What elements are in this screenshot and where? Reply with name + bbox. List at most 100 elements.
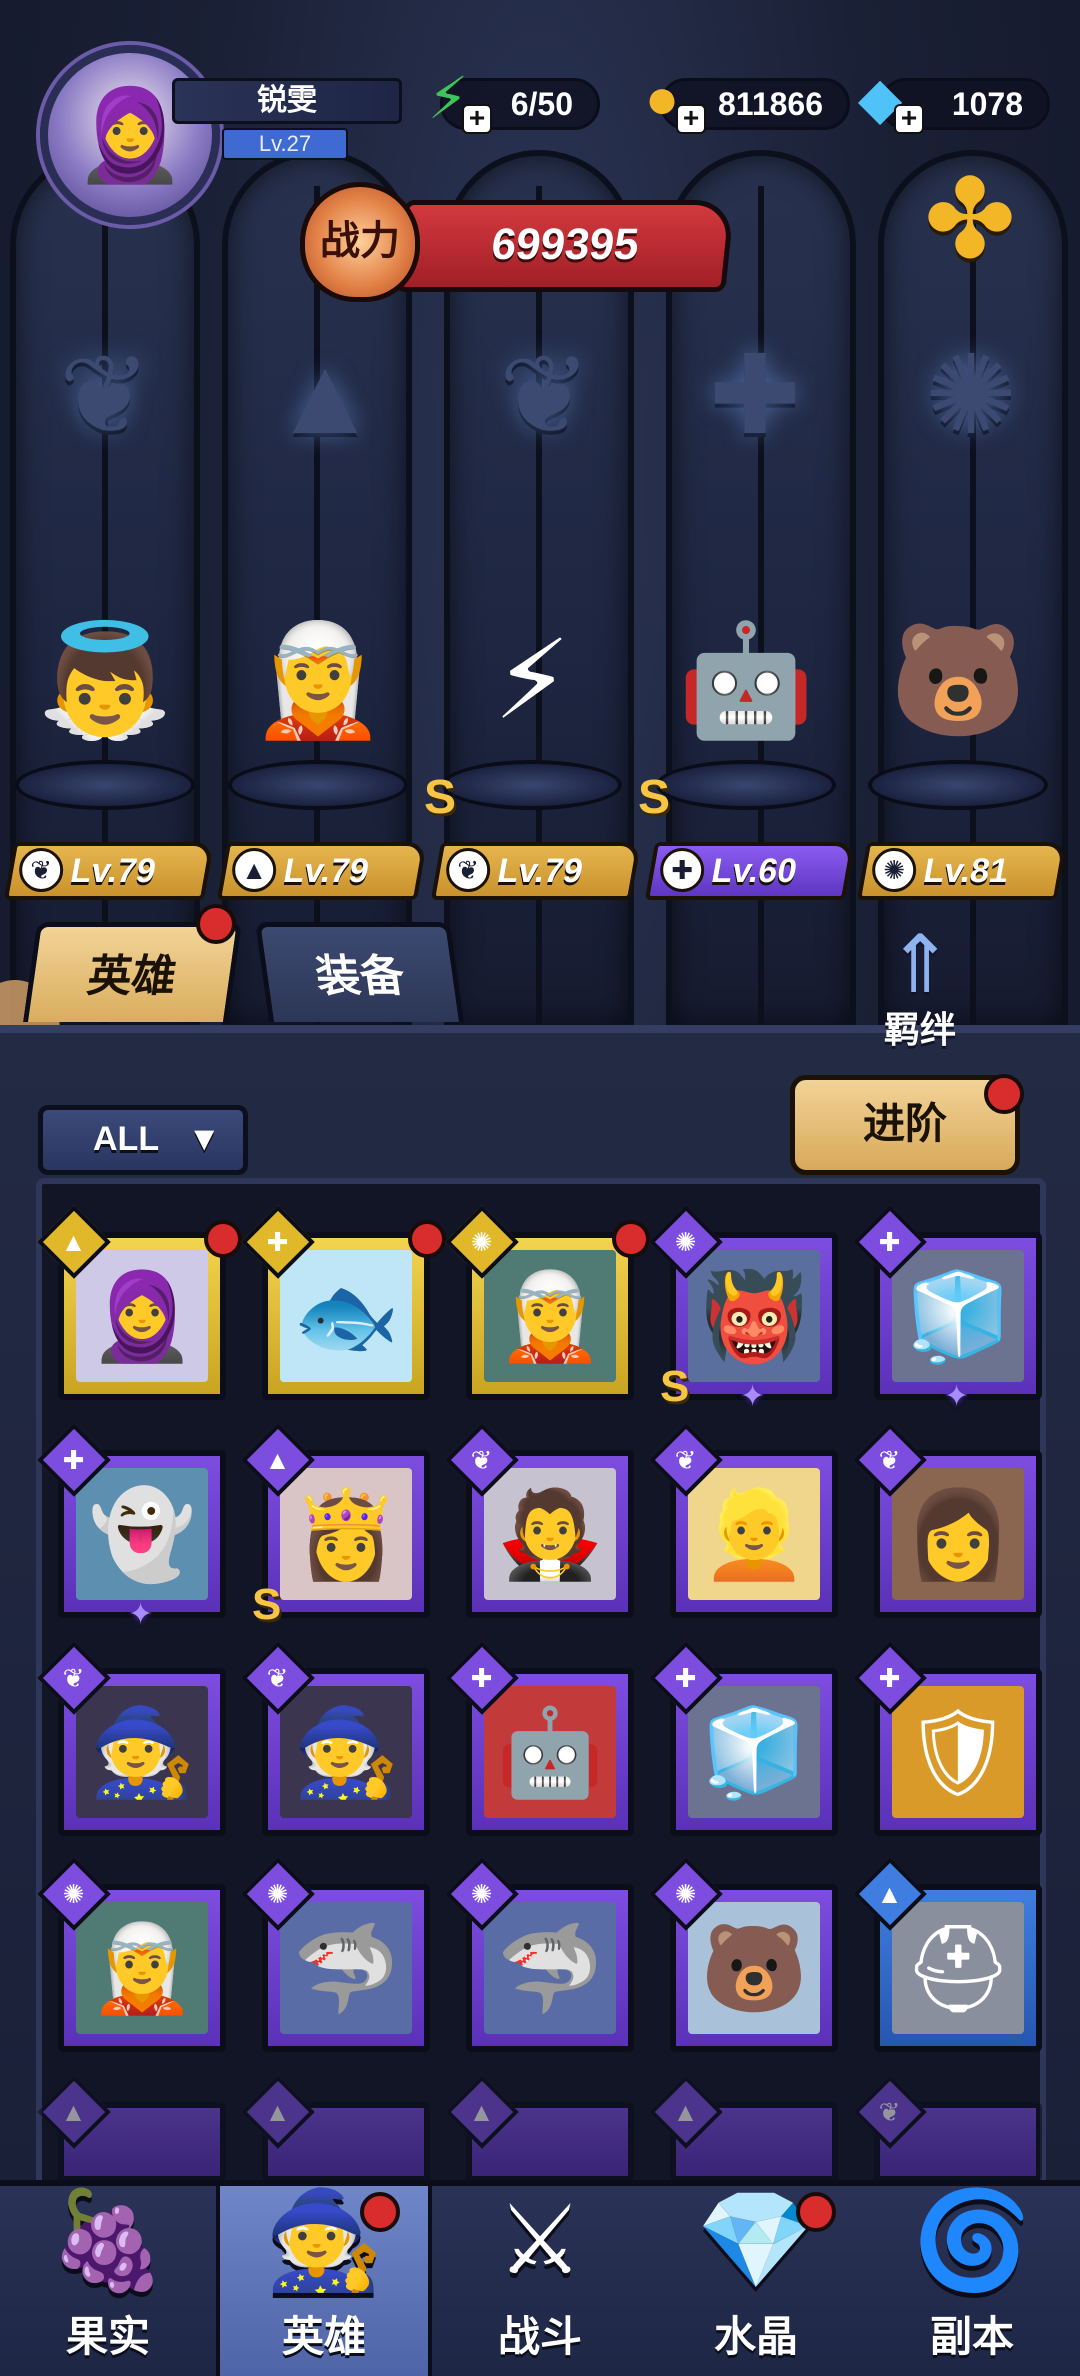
energy-icon[interactable]: ⚡ + [410, 60, 492, 136]
hero-card[interactable]: 🐟 ✚ [241, 1205, 446, 1400]
hero-figure: 🤖 [677, 618, 815, 742]
hero-card[interactable]: 🦈 ✺ [241, 1857, 430, 2052]
lineup-hero[interactable]: 👼 [5, 580, 205, 820]
add-diamond-icon[interactable]: + [894, 104, 924, 134]
hero-hat-icon: 🧙 [264, 2187, 384, 2294]
lineup-hero[interactable]: 🐻 [858, 580, 1058, 820]
combat-power-badge: 战力 [300, 182, 420, 302]
wing-icon: ❦ [19, 848, 64, 892]
hero-card[interactable]: 🐻 ✺ [649, 1857, 838, 2052]
hero-card[interactable]: 🧕 ▲ [37, 1205, 242, 1400]
hero-card[interactable]: ▲ [37, 2075, 226, 2182]
coin-icon[interactable]: ● + [624, 60, 706, 136]
hero-portrait: 🛡 [892, 1686, 1024, 1818]
hero-card[interactable]: 👸 ▲ S [241, 1423, 430, 1629]
tab-equipment-label: 装备 [312, 952, 408, 1001]
hero-card[interactable]: 🛡 ✚ [853, 1641, 1042, 1836]
hero-portrait: 👩 [892, 1468, 1024, 1600]
beast-emblem-icon: ✺ [924, 334, 1018, 457]
nav-fruit[interactable]: 🍇 果实 [0, 2186, 216, 2376]
hero-card[interactable]: 🧝 ✺ [37, 1857, 226, 2052]
hero-portrait: ⛑ [892, 1902, 1024, 2034]
lineup-hero-level: ✺ Lv.81 [856, 842, 1068, 900]
lineup-hero[interactable]: 🤖 S [638, 580, 846, 824]
fruit-icon: 🍇 [48, 2187, 168, 2294]
lineup-level-text: Lv.79 [280, 852, 372, 890]
nav-crystal[interactable]: 💎 水晶 [648, 2186, 864, 2376]
hero-figure: ⚡ [493, 619, 571, 742]
mage-hat-emblem-icon: ▲ [270, 333, 380, 457]
diamond-icon[interactable]: ◆ + [842, 60, 924, 136]
tab-heroes-label: 英雄 [84, 952, 180, 1001]
hero-card[interactable]: 🧙 ❦ [241, 1641, 430, 1836]
add-gold-icon[interactable]: + [676, 104, 706, 134]
lineup-level-text: Lv.79 [67, 852, 159, 890]
star-icon: ✦ [944, 1380, 970, 1413]
hero-card[interactable]: 👹 ✺ S ✦ [649, 1205, 838, 1413]
energy-value: 6/50 [510, 86, 573, 122]
nav-label: 英雄 [281, 2313, 366, 2360]
hero-card[interactable]: 🧝 ✺ [445, 1205, 650, 1400]
wing-emblem-icon: ❦ [58, 334, 152, 457]
bond-button[interactable]: ⇑ 羁绊 [860, 920, 980, 1060]
player-level: Lv.27 [222, 128, 348, 160]
hero-card[interactable]: ▲ [445, 2075, 634, 2182]
nav-label: 水晶 [713, 2313, 798, 2360]
s-rank-badge: S [638, 771, 671, 824]
hero-portrait: 🐻 [688, 1902, 820, 2034]
dungeon-portal-icon: 🌀 [912, 2187, 1032, 2294]
nav-battle[interactable]: ⚔ 战斗 [432, 2186, 648, 2376]
s-rank-badge: S [252, 1580, 282, 1629]
hero-card[interactable]: 👻 ✚ ✦ [37, 1423, 226, 1631]
hero-card[interactable]: ▲ [649, 2075, 838, 2182]
star-icon: ✦ [128, 1598, 154, 1631]
hero-portrait: 🦈 [484, 1902, 616, 2034]
pinwheel-menu-icon[interactable]: ✤ [910, 160, 1030, 280]
lineup-hero[interactable]: ⚡ S [424, 580, 632, 824]
hero-card[interactable]: ⛑ ▲ [853, 1857, 1042, 2052]
hero-card[interactable]: 🧊 ✚ ✦ [853, 1205, 1042, 1413]
tab-equipment[interactable]: 装备 [254, 922, 465, 1022]
hero-portrait: 🧊 [688, 1686, 820, 1818]
bond-label: 羁绊 [883, 1009, 956, 1050]
lineup-hero[interactable]: 🧝 [218, 580, 418, 820]
nav-badge [360, 2192, 400, 2232]
nav-dungeon[interactable]: 🌀 副本 [864, 2186, 1080, 2376]
nav-heroes[interactable]: 🧙 英雄 [216, 2186, 432, 2376]
hero-portrait: 🧛 [484, 1468, 616, 1600]
wrench-icon: ✚ [660, 848, 705, 892]
wing-icon: ❦ [446, 848, 491, 892]
player-avatar[interactable]: 🧕 [40, 45, 220, 225]
hero-portrait: 👹 [688, 1250, 820, 1382]
filter-dropdown[interactable]: ALL ▼ [38, 1105, 248, 1175]
hero-screen: ❦ ▲ ❦ ✚ ✺ 🧕 锐雯 Lv.27 6/50 ⚡ + 811866 ● + 1… [0, 0, 1080, 2376]
hero-portrait: 🦈 [280, 1902, 412, 2034]
hero-figure: 🐻 [889, 618, 1027, 742]
lineup-level-text: Lv.60 [708, 852, 800, 890]
hero-card[interactable]: ▲ [241, 2075, 430, 2182]
star-icon: ✦ [740, 1380, 766, 1413]
hero-card[interactable]: 🦈 ✺ [445, 1857, 634, 2052]
s-rank-badge: S [660, 1362, 690, 1411]
card-badge [408, 1220, 446, 1258]
hero-portrait: 🧊 [892, 1250, 1024, 1382]
hero-portrait: 🧙 [280, 1686, 412, 1818]
player-name: 锐雯 [172, 78, 402, 124]
bond-arrows-icon: ⇑ [886, 920, 954, 1009]
add-energy-icon[interactable]: + [462, 104, 492, 134]
hero-portrait: 👸 [280, 1468, 412, 1600]
bottom-nav: 🍇 果实 🧙 英雄 ⚔ 战斗 💎 水晶 🌀 副本 [0, 2180, 1080, 2376]
nav-badge [796, 2192, 836, 2232]
hero-card[interactable]: 🤖 ✚ [445, 1641, 634, 1836]
hero-card[interactable]: 🧛 ❦ [445, 1423, 634, 1618]
battle-sword-icon: ⚔ [496, 2187, 584, 2294]
s-rank-badge: S [424, 771, 457, 824]
hero-portrait: 👻 [76, 1468, 208, 1600]
hero-card[interactable]: 👱 ❦ [649, 1423, 838, 1618]
hero-card[interactable]: ❦ [853, 2075, 1042, 2182]
hero-card[interactable]: 🧊 ✚ [649, 1641, 838, 1836]
tab-heroes-badge [196, 904, 236, 944]
lineup-hero-level: ✚ Lv.60 [644, 842, 856, 900]
hero-card[interactable]: 👩 ❦ [853, 1423, 1042, 1618]
hero-card[interactable]: 🧙 ❦ [37, 1641, 226, 1836]
